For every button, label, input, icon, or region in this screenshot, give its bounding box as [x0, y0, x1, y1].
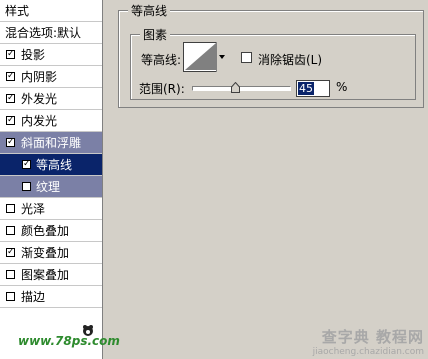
style-item-3[interactable]: ✓ 外发光 — [0, 88, 102, 110]
blending-options-label: 混合选项:默认 — [5, 26, 82, 40]
watermark-left: www.78ps.com — [18, 334, 120, 348]
range-slider[interactable] — [192, 86, 291, 91]
style-item-label: 描边 — [21, 290, 46, 304]
style-item-checkbox[interactable] — [6, 292, 15, 301]
range-unit: % — [336, 80, 348, 94]
style-item-2[interactable]: ✓ 内阴影 — [0, 66, 102, 88]
style-item-label: 颜色叠加 — [21, 224, 70, 238]
style-item-label: 内发光 — [21, 114, 58, 128]
style-item-6[interactable]: ✓ 等高线 — [0, 154, 102, 176]
watermark-right: 查字典 教程网 jiaocheng.chazidian.com — [313, 326, 424, 357]
mascot-icon — [83, 325, 93, 336]
contour-curve-icon — [185, 43, 216, 70]
style-item-checkbox[interactable] — [22, 182, 31, 191]
style-item-label: 渐变叠加 — [21, 246, 70, 260]
style-item-12[interactable]: 描边 — [0, 286, 102, 308]
watermark-title: 查字典 教程网 — [321, 328, 424, 346]
antialias-label[interactable]: 消除锯齿(L) — [258, 51, 322, 68]
style-item-9[interactable]: 颜色叠加 — [0, 220, 102, 242]
style-item-checkbox[interactable] — [6, 204, 15, 213]
range-input-value: 45 — [298, 82, 314, 95]
elements-group-title: 图素 — [140, 26, 171, 43]
style-item-checkbox[interactable]: ✓ — [6, 72, 15, 81]
style-item-4[interactable]: ✓ 内发光 — [0, 110, 102, 132]
range-input[interactable]: 45 — [296, 80, 330, 97]
style-item-11[interactable]: 图案叠加 — [0, 264, 102, 286]
style-item-checkbox[interactable] — [6, 270, 15, 279]
styles-header[interactable]: 样式 — [0, 0, 102, 22]
range-label: 范围(R): — [139, 82, 185, 96]
watermark-url: jiaocheng.chazidian.com — [312, 347, 424, 357]
contour-group-title: 等高线 — [128, 2, 171, 19]
style-item-checkbox[interactable]: ✓ — [6, 94, 15, 103]
style-item-label: 等高线 — [36, 158, 73, 172]
style-item-label: 光泽 — [21, 202, 46, 216]
style-item-checkbox[interactable]: ✓ — [22, 160, 31, 169]
style-item-8[interactable]: 光泽 — [0, 198, 102, 220]
style-list: 样式 混合选项:默认 ✓ 投影 ✓ 内阴影 ✓ 外发光 ✓ 内发光 ✓ 斜面和浮雕 ✓ 等高线纹理光泽… — [0, 0, 120, 359]
antialias-checkbox[interactable] — [241, 52, 252, 63]
style-item-label: 内阴影 — [21, 70, 58, 84]
style-item-label: 图案叠加 — [21, 268, 70, 282]
style-item-checkbox[interactable]: ✓ — [6, 138, 15, 147]
range-slider-thumb[interactable] — [231, 82, 241, 93]
style-item-label: 斜面和浮雕 — [21, 136, 82, 150]
style-item-checkbox[interactable]: ✓ — [6, 116, 15, 125]
style-item-label: 投影 — [21, 48, 46, 62]
style-item-1[interactable]: ✓ 投影 — [0, 44, 102, 66]
blending-options-item[interactable]: 混合选项:默认 — [0, 22, 102, 44]
style-item-5[interactable]: ✓ 斜面和浮雕 — [0, 132, 102, 154]
style-item-checkbox[interactable]: ✓ — [6, 248, 15, 257]
style-item-checkbox[interactable] — [6, 226, 15, 235]
style-item-checkbox[interactable]: ✓ — [6, 50, 15, 59]
style-item-label: 外发光 — [21, 92, 58, 106]
styles-header-label: 样式 — [5, 4, 30, 18]
style-item-7[interactable]: 纹理 — [0, 176, 102, 198]
contour-dropdown-button[interactable] — [216, 42, 226, 72]
contour-label: 等高线: — [141, 53, 182, 67]
style-item-label: 纹理 — [36, 180, 61, 194]
style-item-10[interactable]: ✓ 渐变叠加 — [0, 242, 102, 264]
